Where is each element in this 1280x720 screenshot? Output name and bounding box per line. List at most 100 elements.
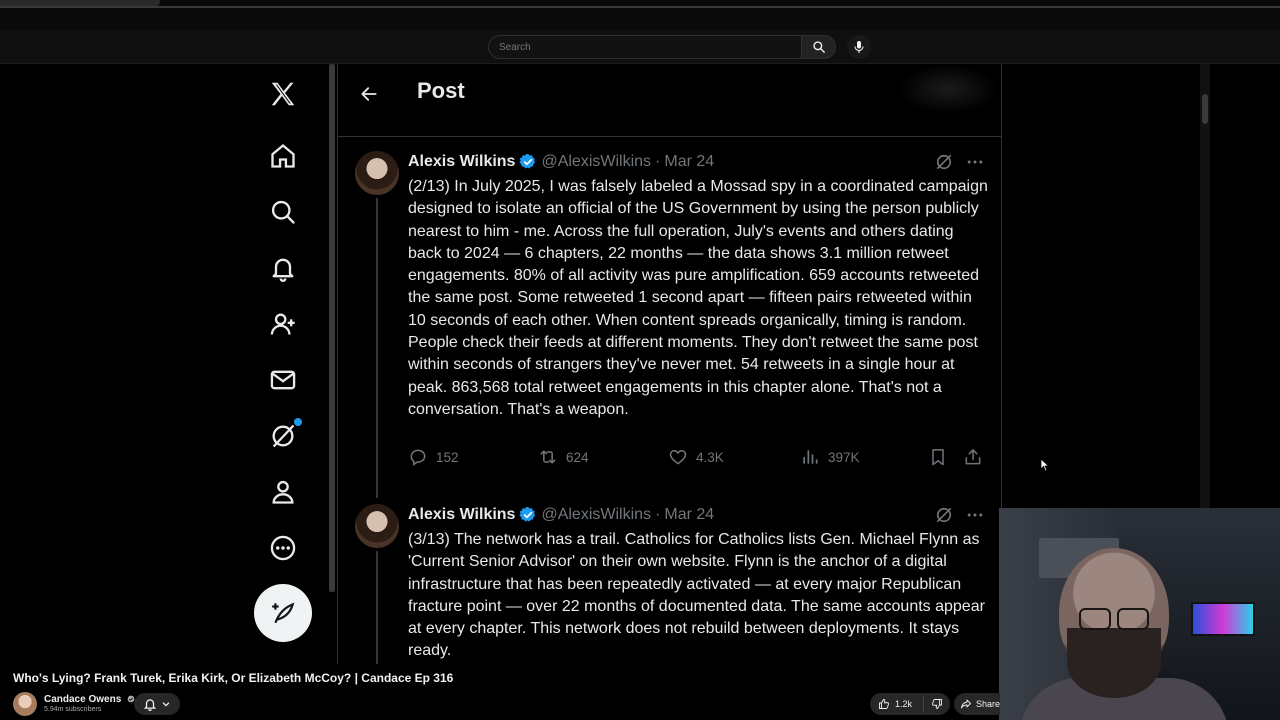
- tweet-text: (3/13) The network has a trail. Catholic…: [408, 531, 985, 660]
- tweet-header: Alexis Wilkins @AlexisWilkins · Mar 24: [408, 151, 714, 173]
- avatar[interactable]: [355, 504, 399, 548]
- grok-icon: [936, 154, 952, 170]
- bookmark-icon: [932, 449, 944, 466]
- more-horizontal-icon: [967, 160, 983, 164]
- notification-dot: [294, 418, 302, 426]
- bookmark-button[interactable]: [928, 445, 948, 469]
- tweet-text: (2/13) In July 2025, I was falsely label…: [408, 178, 988, 418]
- grok-explain-button[interactable]: [934, 152, 954, 172]
- cam-glasses-left: [1079, 608, 1111, 630]
- cam-glasses-right: [1117, 608, 1149, 630]
- more-options-button[interactable]: [965, 505, 985, 525]
- thumbs-down-icon: [931, 699, 942, 709]
- search-box: [488, 35, 836, 59]
- profile-icon: [272, 480, 294, 504]
- video-dislike-button[interactable]: [924, 698, 950, 710]
- search-icon: [271, 200, 295, 224]
- scrollbar-thumb[interactable]: [329, 64, 335, 592]
- search-icon: [812, 41, 825, 53]
- reply-icon: [410, 449, 426, 466]
- bell-icon: [272, 258, 294, 282]
- x-sidebar-nav: [250, 64, 316, 664]
- separator: ·: [655, 153, 661, 170]
- tab-divider: [0, 6, 1280, 8]
- nav-grok[interactable]: [258, 414, 308, 458]
- retweet-icon: [540, 450, 556, 464]
- nav-messages[interactable]: [258, 358, 308, 402]
- home-icon: [271, 143, 295, 168]
- channel-name-text[interactable]: Candace Owens: [44, 694, 121, 705]
- nav-explore[interactable]: [258, 190, 308, 234]
- like-button[interactable]: 4.3K: [668, 445, 724, 469]
- like-dislike-group: 1.2k: [870, 693, 950, 715]
- cam-tv-screen: [1191, 602, 1255, 636]
- arrow-left-icon: [361, 87, 377, 101]
- verified-badge-icon: [519, 507, 536, 522]
- tweet-date[interactable]: Mar 24: [664, 153, 714, 171]
- webcam-overlay: [999, 508, 1280, 720]
- video-like-button[interactable]: 1.2k: [870, 696, 924, 712]
- reply-button[interactable]: 152: [408, 445, 459, 469]
- like-count: 4.3K: [696, 449, 724, 465]
- reply-count: 152: [436, 449, 459, 465]
- search-input[interactable]: [488, 35, 802, 59]
- browser-tab-strip: [0, 0, 1280, 30]
- tweet-header: Alexis Wilkins @AlexisWilkins · Mar 24: [408, 504, 714, 526]
- avatar[interactable]: [355, 151, 399, 195]
- more-circle-icon: [270, 535, 296, 561]
- author-name[interactable]: Alexis Wilkins: [408, 153, 515, 171]
- grok-icon: [936, 507, 952, 523]
- more-options-button[interactable]: [965, 152, 985, 172]
- nav-more[interactable]: [258, 526, 308, 570]
- x-logo-icon: [271, 82, 295, 106]
- post-column: Post Alexis Wilkins @AlexisWilkins · Mar…: [337, 64, 1002, 664]
- scrollbar-thumb[interactable]: [1202, 94, 1208, 124]
- retweet-count: 624: [566, 449, 589, 465]
- search-button[interactable]: [802, 35, 836, 59]
- author-handle[interactable]: @AlexisWilkins: [541, 153, 651, 171]
- retweet-button[interactable]: 624: [538, 445, 589, 469]
- nav-home[interactable]: [258, 134, 308, 178]
- tweet-actions: 152 624 4.3K 397K: [408, 445, 988, 469]
- nav-communities[interactable]: [258, 302, 308, 346]
- compose-post-button[interactable]: [254, 584, 312, 642]
- subscribe-notifications-button[interactable]: [134, 693, 180, 715]
- tweet[interactable]: Alexis Wilkins @AlexisWilkins · Mar 24 (…: [338, 491, 1001, 664]
- microphone-icon: [854, 41, 864, 53]
- mouse-cursor-icon: [1040, 458, 1050, 472]
- chevron-down-icon: [162, 702, 170, 707]
- heart-icon: [669, 449, 687, 465]
- thumbs-up-icon: [879, 699, 890, 709]
- channel-name[interactable]: Candace Owens: [44, 694, 135, 705]
- share-label: Share: [975, 699, 1000, 709]
- view-count: 397K: [828, 449, 860, 465]
- x-logo-link[interactable]: [258, 72, 308, 116]
- views-button[interactable]: 397K: [800, 445, 860, 469]
- thread-line: [376, 198, 378, 498]
- video-title: Who's Lying? Frank Turek, Erika Kirk, Or…: [13, 671, 454, 685]
- video-like-count: 1.2k: [895, 699, 913, 709]
- author-handle[interactable]: @AlexisWilkins: [541, 506, 651, 524]
- tweet[interactable]: Alexis Wilkins @AlexisWilkins · Mar 24 (…: [338, 138, 1001, 498]
- page-scrollbar[interactable]: [329, 64, 335, 592]
- subscriber-count: 5.94m subscribers: [44, 706, 102, 713]
- share-button[interactable]: [963, 445, 983, 469]
- add-person-icon: [270, 313, 295, 335]
- voice-search-button[interactable]: [847, 35, 871, 59]
- page-title: Post: [417, 78, 465, 103]
- verified-badge-icon: [519, 154, 536, 169]
- nav-notifications[interactable]: [258, 246, 308, 290]
- thread-line: [376, 551, 378, 664]
- author-name[interactable]: Alexis Wilkins: [408, 506, 515, 524]
- mail-icon: [270, 370, 296, 390]
- bar-chart-icon: [803, 450, 818, 464]
- video-share-button[interactable]: Share: [954, 693, 1000, 715]
- channel-avatar[interactable]: [13, 692, 37, 716]
- grok-explain-button[interactable]: [934, 505, 954, 525]
- cam-person-beard: [1067, 628, 1161, 698]
- nav-profile[interactable]: [258, 470, 308, 514]
- right-scrollbar[interactable]: [1200, 64, 1210, 508]
- separator: ·: [655, 506, 661, 523]
- tweet-date[interactable]: Mar 24: [664, 506, 714, 524]
- back-button[interactable]: [356, 81, 382, 107]
